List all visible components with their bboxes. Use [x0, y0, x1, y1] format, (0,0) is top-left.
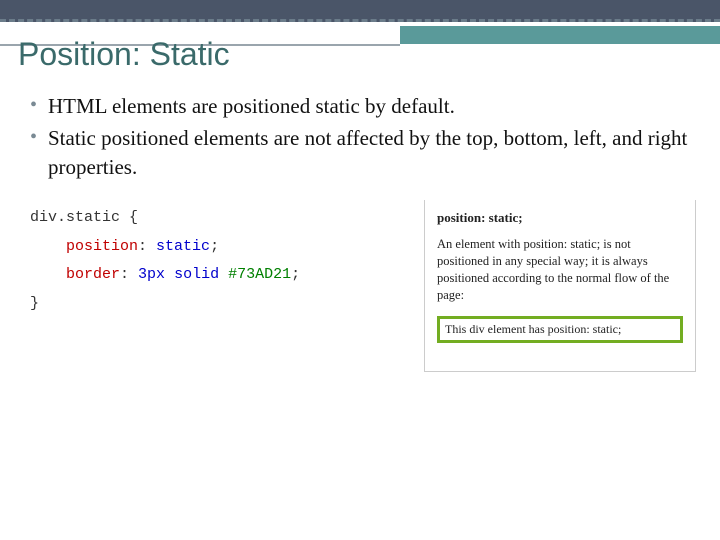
code-selector: div.static — [30, 209, 120, 226]
code-sep: : — [138, 238, 156, 255]
bullet-item: Static positioned elements are not affec… — [30, 124, 690, 181]
code-val: 3px — [138, 266, 165, 283]
content-row: div.static { position: static; border: 3… — [24, 200, 696, 372]
example-paragraph: An element with position: static; is not… — [437, 236, 683, 304]
example-heading: position: static; — [437, 210, 683, 226]
code-line: div.static { — [30, 204, 378, 233]
code-val: solid — [165, 266, 228, 283]
code-brace: } — [30, 290, 378, 319]
code-brace: { — [120, 209, 138, 226]
code-prop: position — [66, 238, 138, 255]
code-line: border: 3px solid #73AD21; — [30, 261, 378, 290]
bullet-list: HTML elements are positioned static by d… — [30, 92, 690, 185]
code-sep: : — [120, 266, 138, 283]
code-prop: border — [66, 266, 120, 283]
code-end: ; — [291, 266, 300, 283]
bullet-item: HTML elements are positioned static by d… — [30, 92, 690, 120]
code-end: ; — [210, 238, 219, 255]
code-val: #73AD21 — [228, 266, 291, 283]
code-val: static — [156, 238, 210, 255]
example-panel: position: static; An element with positi… — [424, 200, 696, 372]
code-line: position: static; — [30, 233, 378, 262]
slide-title: Position: Static — [18, 36, 230, 73]
accent-strip — [400, 22, 720, 44]
code-block: div.static { position: static; border: 3… — [24, 200, 384, 372]
slide-topbar — [0, 0, 720, 22]
example-static-box: This div element has position: static; — [437, 316, 683, 343]
